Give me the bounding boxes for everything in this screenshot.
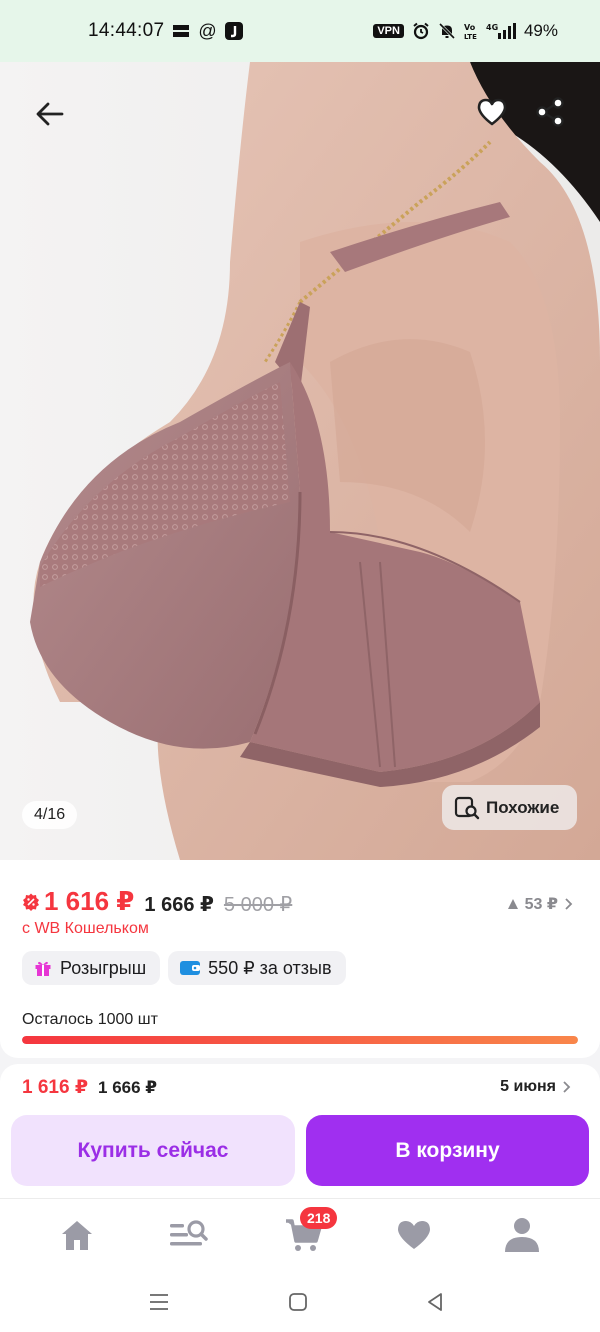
gift-icon [35,961,51,976]
current-price: 1 616 ₽ [44,886,135,916]
price-history-link[interactable]: 53 ₽ [507,894,574,914]
j-app-icon [224,22,243,40]
nav-favorites[interactable] [392,1215,436,1255]
favorite-button[interactable] [466,86,518,138]
triangle-up-icon [507,899,518,909]
profile-icon [505,1218,539,1252]
mute-icon [438,22,456,40]
similar-button[interactable]: Похожие [442,785,578,830]
status-right: VPN Vo LTE 4G 49% [373,21,558,41]
price-without-wallet: 1 666 ₽ [144,893,214,916]
stock-progress-fill [22,1036,578,1044]
alarm-icon [412,22,430,40]
stock-progress-bar [22,1036,578,1044]
at-icon: @ [198,20,217,41]
nav-profile[interactable] [500,1215,544,1255]
buy-now-button[interactable]: Купить сейчас [11,1115,295,1186]
home-square-icon [289,1293,307,1311]
share-icon [536,97,564,127]
price-row: 1 616 ₽ 1 666 ₽ 5 000 ₽ [22,886,292,917]
delivery-date: 5 июня [500,1078,556,1095]
favorites-icon [398,1221,430,1249]
svg-text:Vo: Vo [464,23,476,32]
back-system-button[interactable] [420,1290,450,1314]
volte-icon: Vo LTE [464,22,478,40]
arrow-left-icon [36,102,64,126]
system-nav-bar [0,1270,600,1332]
chip-review-bonus[interactable]: 550 ₽ за отзыв [168,951,346,985]
home-system-button[interactable] [283,1290,313,1314]
svg-text:4G: 4G [486,23,498,32]
heart-outline-icon [477,98,507,126]
price-main-wrap: 1 616 ₽ [22,886,134,917]
catalog-search-icon [170,1220,208,1246]
promo-chips: Розыгрыш 550 ₽ за отзыв [22,951,346,985]
signal-4g-icon: 4G [486,22,516,40]
wallet-note: с WB Кошельком [22,920,149,937]
nav-home[interactable] [55,1215,99,1255]
product-photo [0,62,600,860]
status-bar: 14:44:07 @ VPN Vo LTE 4G 49% [0,0,600,62]
similar-label: Похожие [486,797,560,817]
gallery-counter: 4/16 [22,801,78,829]
status-time: 14:44:07 [88,20,165,41]
wallet-icon [180,961,201,975]
battery-level: 49% [523,21,558,40]
chip-giveaway-label: Розыгрыш [60,957,147,978]
vpn-icon: VPN [373,24,404,38]
svg-text:LTE: LTE [464,33,477,40]
purchase-prices: 1 616 ₽ 1 666 ₽ [22,1076,157,1099]
old-price: 5 000 ₽ [223,893,293,916]
back-button[interactable] [24,88,76,140]
cart-badge: 218 [300,1207,338,1229]
recent-apps-button[interactable] [144,1290,174,1314]
add-to-cart-button[interactable]: В корзину [306,1115,589,1186]
purchase-price-alt: 1 666 ₽ [98,1078,158,1097]
purchase-price: 1 616 ₽ [22,1077,89,1098]
home-icon [62,1221,92,1250]
chevron-right-icon [563,1081,571,1093]
chip-review-bonus-label: 550 ₽ за отзыв [208,957,332,978]
status-left: 14:44:07 @ [88,20,243,42]
back-triangle-icon [428,1293,442,1311]
product-gallery[interactable]: 4/16 Похожие [0,62,600,860]
purchase-panel: 1 616 ₽ 1 666 ₽ 5 июня Купить сейчас В к… [0,1064,600,1198]
stock-label: Осталось 1000 шт [22,1011,158,1028]
price-card: 1 616 ₽ 1 666 ₽ 5 000 ₽ 53 ₽ с WB Кошель… [0,860,600,1058]
price-delta: 53 ₽ [524,896,558,913]
mow-life-icon [172,23,190,39]
chevron-right-icon [565,898,573,910]
delivery-date-link[interactable]: 5 июня [500,1078,572,1096]
discount-badge-icon [23,893,39,911]
share-button[interactable] [524,86,576,138]
chip-giveaway[interactable]: Розыгрыш [22,951,161,985]
similar-search-icon [454,796,480,819]
recent-apps-icon [150,1294,168,1310]
nav-catalog[interactable] [166,1215,210,1255]
bottom-nav: 218 [0,1198,600,1270]
